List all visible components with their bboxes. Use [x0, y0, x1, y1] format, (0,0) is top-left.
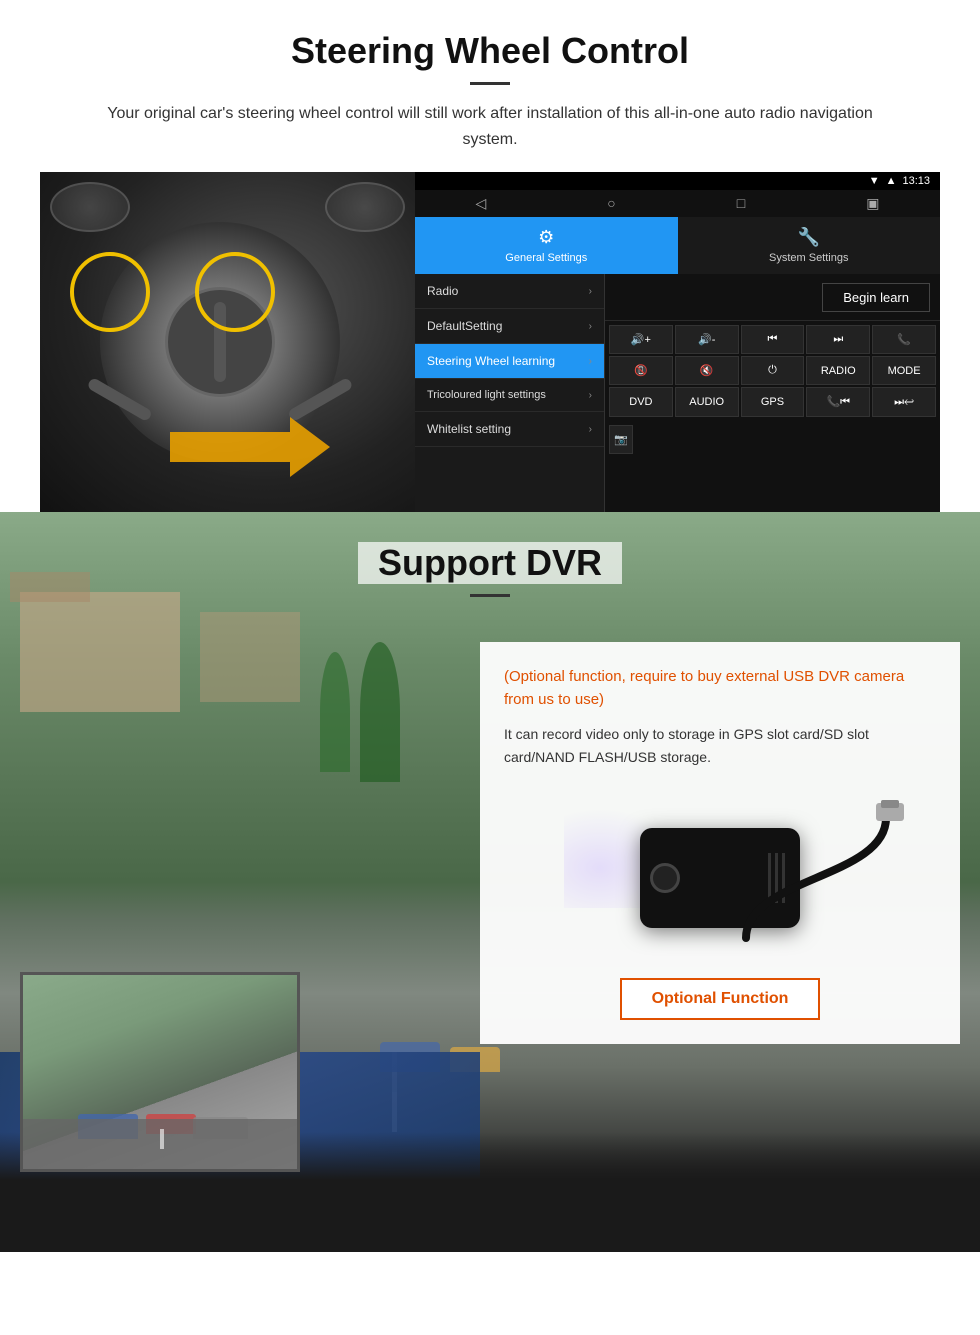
building2 — [200, 612, 300, 702]
cable-svg — [726, 798, 906, 948]
android-settings-ui: ▼ ▲ 13:13 ◁ ○ □ ▣ ⚙ General Settings 🔧 S… — [415, 172, 940, 512]
tree2 — [360, 642, 400, 782]
section1-divider — [470, 82, 510, 85]
menu-item-tricoloured-label: Tricoloured light settings — [427, 389, 546, 401]
android-ui-mockup: ▼ ▲ 13:13 ◁ ○ □ ▣ ⚙ General Settings 🔧 S… — [40, 172, 940, 512]
tree1 — [320, 652, 350, 772]
control-grid: 🔊+ 🔊- ⏮ ⏭ 📞 📵 🔇 ⏻ RADIO MODE DVD AUDIO G… — [605, 321, 940, 421]
inset-road-line — [160, 1129, 164, 1149]
ctrl-next[interactable]: ⏭ — [806, 325, 870, 354]
gauge-left — [50, 182, 130, 232]
menu-item-steering[interactable]: Steering Wheel learning › — [415, 344, 604, 379]
ctrl-call[interactable]: 📞 — [872, 325, 936, 354]
dvr-cable-area — [726, 798, 906, 953]
android-navbar: ◁ ○ □ ▣ — [415, 190, 940, 217]
settings-tabs: ⚙ General Settings 🔧 System Settings — [415, 217, 940, 274]
highlight-right — [195, 252, 275, 332]
tab-general-settings[interactable]: ⚙ General Settings — [415, 217, 678, 274]
status-time: 13:13 — [902, 175, 930, 187]
ctrl-mute[interactable]: 🔇 — [675, 356, 739, 385]
settings-menu-list: Radio › DefaultSetting › Steering Wheel … — [415, 274, 605, 512]
android-statusbar: ▼ ▲ 13:13 — [415, 172, 940, 190]
section1-subtitle: Your original car's steering wheel contr… — [80, 101, 900, 152]
dvr-divider — [470, 594, 510, 597]
menu-item-defaultsetting[interactable]: DefaultSetting › — [415, 309, 604, 344]
dvr-info-card: (Optional function, require to buy exter… — [480, 642, 960, 1044]
tab-general-label: General Settings — [505, 252, 587, 264]
tab-system-settings[interactable]: 🔧 System Settings — [678, 217, 941, 274]
steering-wheel-photo — [40, 172, 415, 512]
begin-learn-row: Begin learn — [605, 274, 940, 321]
nav-home[interactable]: ○ — [607, 195, 615, 212]
dvr-body-text: It can record video only to storage in G… — [504, 723, 936, 768]
ctrl-hangup[interactable]: 📵 — [609, 356, 673, 385]
tab-system-label: System Settings — [769, 252, 848, 264]
ctrl-camera[interactable]: 📷 — [609, 425, 633, 454]
chevron-icon: › — [589, 356, 592, 367]
nav-recents[interactable]: □ — [737, 195, 745, 212]
menu-item-radio[interactable]: Radio › — [415, 274, 604, 309]
section1-title: Steering Wheel Control — [40, 30, 940, 72]
ctrl-mode[interactable]: MODE — [872, 356, 936, 385]
begin-learn-button[interactable]: Begin learn — [822, 283, 930, 312]
dvr-title: Support DVR — [358, 542, 622, 584]
menu-item-steering-label: Steering Wheel learning — [427, 354, 555, 368]
status-signal: ▲ — [886, 175, 897, 187]
ctrl-vol-down[interactable]: 🔊- — [675, 325, 739, 354]
chevron-icon: › — [589, 424, 592, 435]
wrench-icon: 🔧 — [798, 227, 820, 248]
ctrl-radio[interactable]: RADIO — [806, 356, 870, 385]
menu-item-whitelist[interactable]: Whitelist setting › — [415, 412, 604, 447]
ctrl-prev[interactable]: ⏮ — [741, 325, 805, 354]
ctrl-vol-up[interactable]: 🔊+ — [609, 325, 673, 354]
arrow-indicator — [170, 412, 330, 482]
control-content-area: Begin learn 🔊+ 🔊- ⏮ ⏭ 📞 📵 🔇 ⏻ RADIO MODE — [605, 274, 940, 512]
menu-item-whitelist-label: Whitelist setting — [427, 422, 511, 436]
menu-item-default-label: DefaultSetting — [427, 319, 502, 333]
steering-wheel-section: Steering Wheel Control Your original car… — [0, 0, 980, 512]
dvr-camera-visual — [504, 788, 936, 968]
gauge-right — [325, 182, 405, 232]
chevron-icon: › — [589, 286, 592, 297]
nav-back[interactable]: ◁ — [476, 195, 487, 212]
status-wifi: ▼ — [869, 175, 880, 187]
ctrl-audio[interactable]: AUDIO — [675, 387, 739, 417]
ctrl-next2[interactable]: ⏭↩ — [872, 387, 936, 417]
settings-main-content: Radio › DefaultSetting › Steering Wheel … — [415, 274, 940, 512]
highlight-left — [70, 252, 150, 332]
chevron-icon: › — [589, 321, 592, 332]
ctrl-gps[interactable]: GPS — [741, 387, 805, 417]
extra-controls-row: 📷 — [605, 421, 940, 458]
ctrl-call2[interactable]: 📞⏮ — [806, 387, 870, 417]
gear-icon: ⚙ — [538, 227, 554, 248]
ctrl-dvd[interactable]: DVD — [609, 387, 673, 417]
menu-item-radio-label: Radio — [427, 284, 458, 298]
inset-road-scene — [23, 975, 297, 1169]
ctrl-power[interactable]: ⏻ — [741, 356, 805, 385]
dvr-camera-lens — [650, 863, 680, 893]
dvr-inset-camera — [20, 972, 300, 1172]
nav-menu[interactable]: ▣ — [866, 195, 879, 212]
menu-item-tricoloured[interactable]: Tricoloured light settings › — [415, 379, 604, 412]
dvr-optional-warning: (Optional function, require to buy exter… — [504, 666, 936, 711]
spacer — [615, 282, 822, 312]
optional-function-button[interactable]: Optional Function — [620, 978, 820, 1020]
dvr-title-area: Support DVR — [0, 512, 980, 617]
chevron-icon: › — [589, 390, 592, 401]
dvr-section: Support DVR (Optional function, require … — [0, 512, 980, 1252]
